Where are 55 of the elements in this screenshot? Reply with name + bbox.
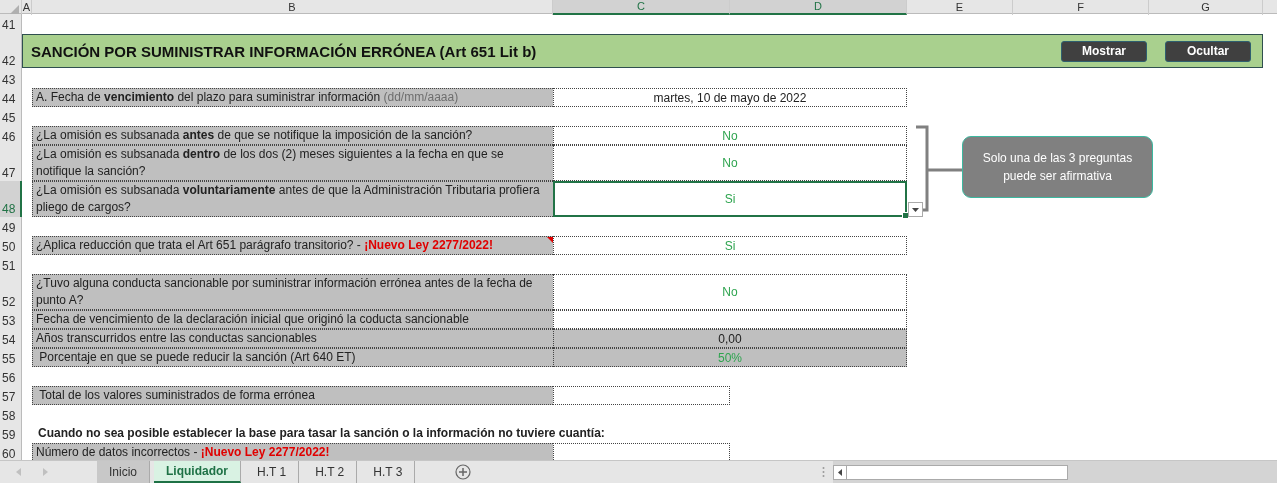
row-number[interactable]: 41: [0, 14, 22, 33]
sheet-tab[interactable]: H.T 1: [245, 461, 300, 483]
caret-icon: [912, 207, 919, 212]
row-number[interactable]: 48: [0, 181, 22, 217]
row-number[interactable]: 51: [0, 255, 22, 274]
instruction-text: Cuando no sea posible establecer la base para tasar la sanción o la información no tuviere cuantía:: [37, 425, 605, 442]
row-number[interactable]: 55: [0, 348, 22, 367]
row-number[interactable]: 58: [0, 405, 22, 424]
row-number[interactable]: 43: [0, 69, 22, 88]
row-number[interactable]: 54: [0, 329, 22, 348]
column-header[interactable]: F: [1013, 0, 1149, 15]
row-number[interactable]: 46: [0, 126, 22, 145]
sheet-tab[interactable]: H.T 3: [361, 461, 416, 483]
horizontal-scrollbar[interactable]: [833, 461, 1277, 483]
label-cell: ¿Tuvo alguna conducta sancionable por suministrar información errónea antes de la fecha de punto A?: [32, 274, 553, 310]
macro-button[interactable]: Mostrar: [1061, 40, 1147, 62]
callout-note: Solo una de las 3 preguntas puede ser afirmativa: [962, 136, 1153, 198]
dropdown-button[interactable]: [908, 202, 923, 217]
column-header[interactable]: D: [730, 0, 907, 15]
row-number[interactable]: 57: [0, 386, 22, 405]
value-cell[interactable]: martes, 10 de mayo de 2022: [553, 88, 907, 107]
sheet-tab[interactable]: Liquidador: [154, 461, 241, 483]
label-cell: Total de los valores suministrados de forma errónea: [32, 386, 553, 405]
label-cell: Porcentaje en que se puede reducir la sanción (Art 640 ET): [32, 348, 553, 367]
label-cell: ¿La omisión es subsanada voluntariamente antes de que la Administración Tributaria profiera pliego de cargos?: [32, 181, 553, 217]
row-number[interactable]: 49: [0, 217, 22, 236]
splitter-handle-icon[interactable]: [822, 466, 825, 478]
scroll-left-icon[interactable]: [838, 468, 842, 476]
value-cell[interactable]: 0,00: [553, 329, 907, 348]
row-number[interactable]: 45: [0, 107, 22, 126]
label-cell: ¿Aplica reducción que trata el Art 651 parágrafo transitorio? - ¡Nuevo Ley 2277/2022!: [32, 236, 553, 255]
label-cell: ¿La omisión es subsanada antes de que se notifique la imposición de la sanción?: [32, 126, 553, 145]
row-number[interactable]: 53: [0, 310, 22, 329]
label-cell: Años transcurridos entre las conductas sancionables: [32, 329, 553, 348]
row-number[interactable]: 52: [0, 274, 22, 310]
column-header[interactable]: C: [553, 0, 730, 15]
label-cell: A. Fecha de vencimiento del plazo para suministrar información (dd/mm/aaaa): [32, 88, 553, 107]
section-title: SANCIÓN POR SUMINISTRAR INFORMACIÓN ERRÓNEA (Art 651 Lit b): [31, 42, 538, 60]
column-header[interactable]: G: [1149, 0, 1263, 15]
row-number[interactable]: 56: [0, 367, 22, 386]
add-sheet-icon[interactable]: [455, 464, 472, 480]
macro-button[interactable]: Ocultar: [1165, 40, 1251, 62]
row-number[interactable]: 59: [0, 424, 22, 443]
label-cell: ¿La omisión es subsanada dentro de los dos (2) meses siguientes a la fecha en que se notifique la sanción?: [32, 145, 553, 181]
row-number[interactable]: 47: [0, 145, 22, 181]
sheet-tab[interactable]: H.T 2: [303, 461, 358, 483]
label-cell: Fecha de vencimiento de la declaración inicial que originó la coducta sancionable: [32, 310, 553, 329]
row-number[interactable]: 42: [0, 33, 22, 69]
label-cell: Número de datos incorrectos - ¡Nuevo Ley 2277/2022!: [32, 443, 553, 460]
row-number[interactable]: 44: [0, 88, 22, 107]
column-header[interactable]: E: [907, 0, 1013, 15]
sheet-tab[interactable]: Inicio: [97, 461, 150, 483]
row-number[interactable]: 60: [0, 443, 22, 460]
value-cell[interactable]: [553, 386, 730, 405]
row-number[interactable]: 50: [0, 236, 22, 255]
